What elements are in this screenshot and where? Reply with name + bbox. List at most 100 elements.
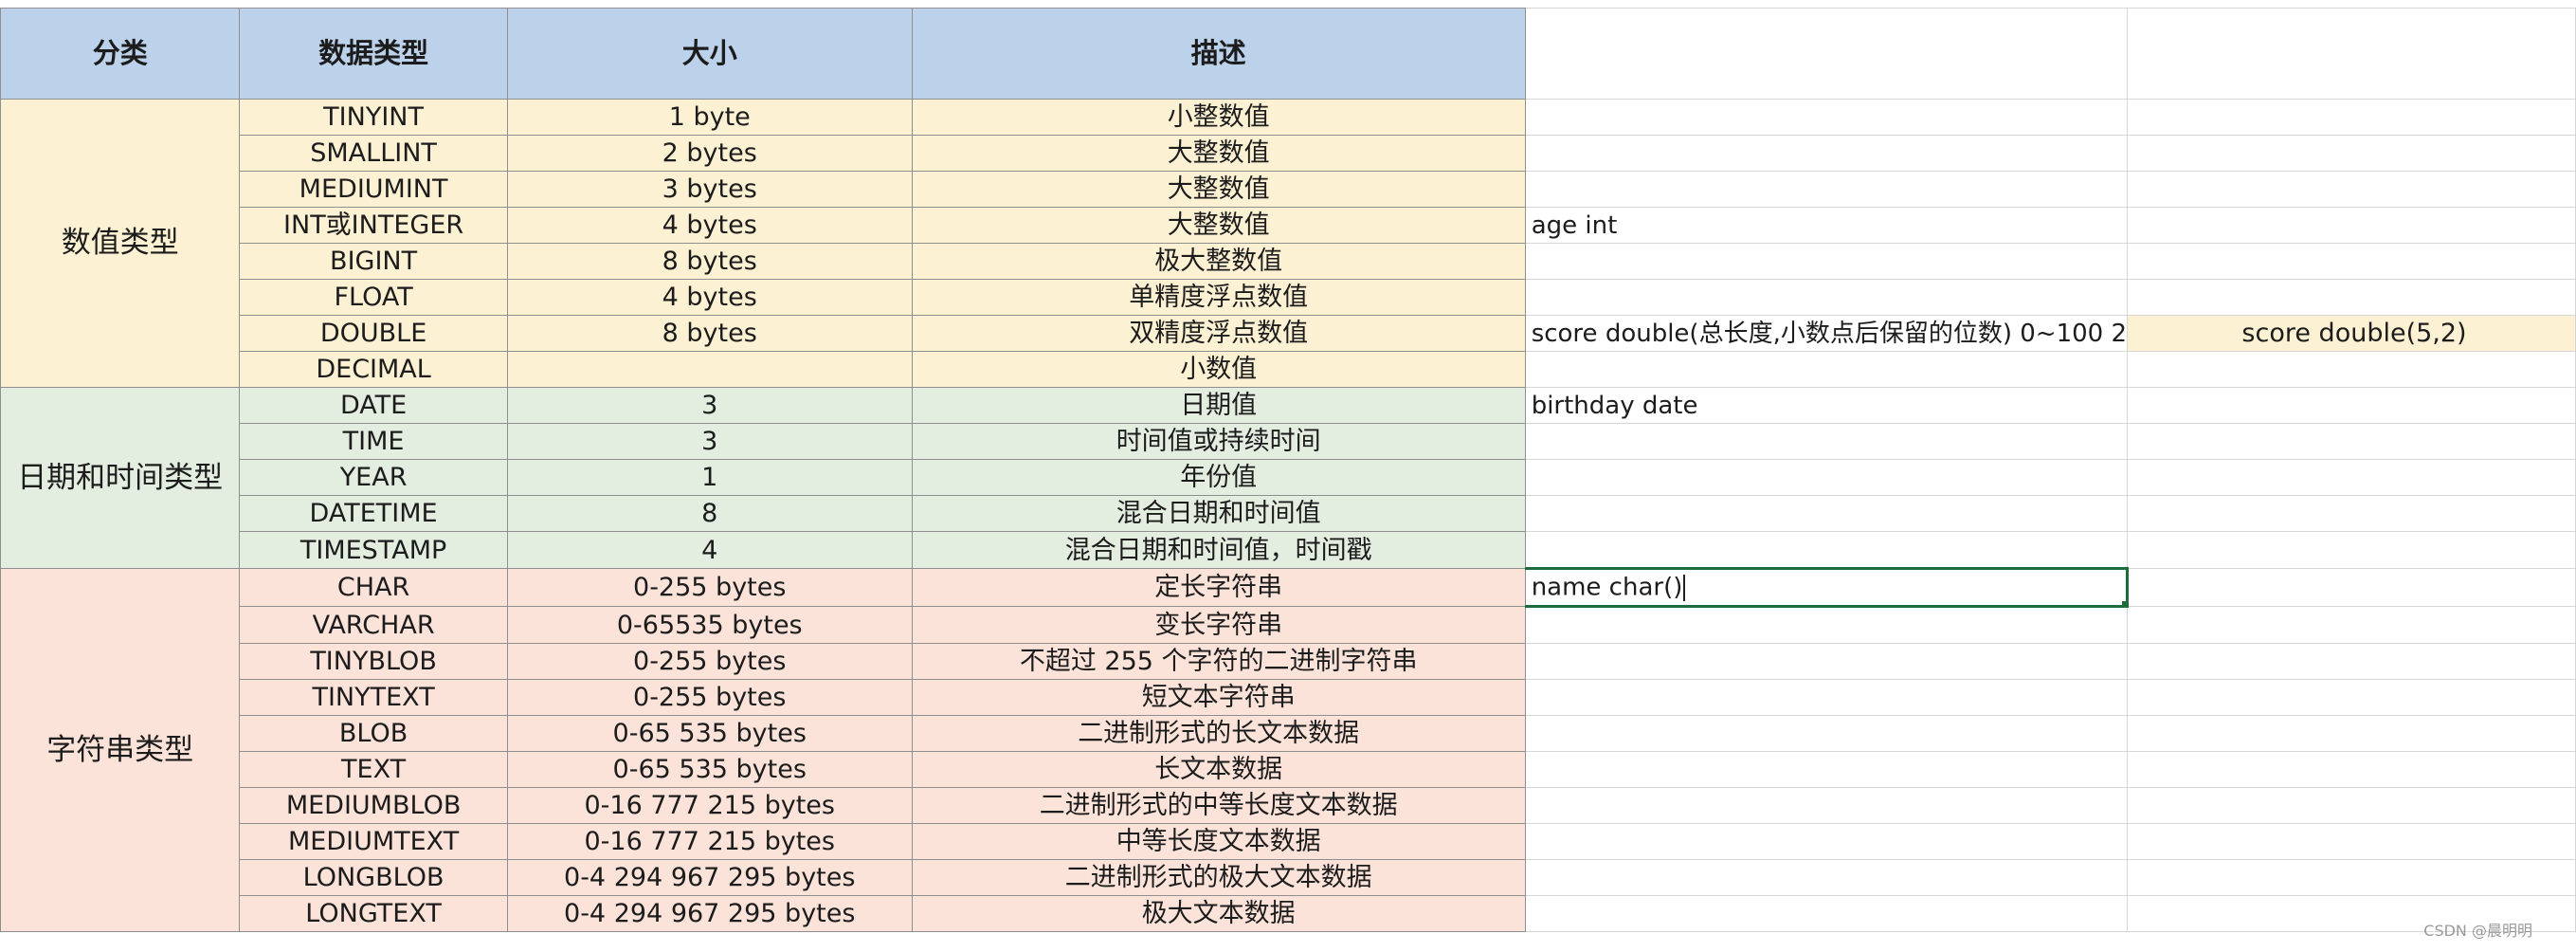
desc-cell[interactable]: 二进制形式的长文本数据	[911, 715, 1526, 752]
empty-cell[interactable]	[2127, 679, 2576, 716]
empty-cell[interactable]	[2127, 787, 2576, 824]
type-cell[interactable]: DOUBLE	[239, 315, 508, 352]
empty-cell[interactable]	[2127, 715, 2576, 752]
type-cell[interactable]: DATE	[239, 387, 508, 424]
header-data-type[interactable]: 数据类型	[239, 8, 508, 100]
size-cell[interactable]: 0-255 bytes	[506, 643, 913, 680]
type-cell[interactable]: DATETIME	[239, 495, 508, 532]
size-cell[interactable]: 0-255 bytes	[506, 568, 913, 607]
note-cell[interactable]: age int	[1524, 207, 2129, 244]
desc-cell[interactable]: 中等长度文本数据	[911, 823, 1526, 860]
size-cell[interactable]: 3 bytes	[506, 171, 913, 208]
size-cell[interactable]: 1 byte	[506, 99, 913, 136]
note-cell[interactable]	[1524, 643, 2129, 680]
note-cell[interactable]	[1524, 459, 2129, 496]
category-datetime[interactable]: 日期和时间类型	[0, 387, 241, 569]
note-cell[interactable]	[1524, 531, 2129, 569]
type-cell[interactable]: TINYINT	[239, 99, 508, 136]
desc-cell[interactable]: 二进制形式的中等长度文本数据	[911, 787, 1526, 824]
desc-cell[interactable]: 不超过 255 个字符的二进制字符串	[911, 643, 1526, 680]
desc-cell[interactable]: 大整数值	[911, 207, 1526, 244]
type-cell[interactable]: FLOAT	[239, 279, 508, 316]
type-cell[interactable]: BLOB	[239, 715, 508, 752]
type-cell[interactable]: LONGTEXT	[239, 895, 508, 932]
desc-cell[interactable]: 小整数值	[911, 99, 1526, 136]
note-cell[interactable]	[1524, 679, 2129, 716]
size-cell[interactable]: 8 bytes	[506, 243, 913, 280]
size-cell[interactable]: 0-65 535 bytes	[506, 715, 913, 752]
note-cell[interactable]	[1524, 351, 2129, 388]
empty-cell[interactable]	[2127, 243, 2576, 280]
desc-cell[interactable]: 日期值	[911, 387, 1526, 424]
type-cell[interactable]: YEAR	[239, 459, 508, 496]
header-category[interactable]: 分类	[0, 8, 241, 100]
empty-cell[interactable]	[2127, 8, 2576, 100]
empty-cell[interactable]	[2127, 459, 2576, 496]
empty-cell[interactable]	[2127, 387, 2576, 424]
note-cell[interactable]	[1524, 606, 2129, 644]
size-cell[interactable]: 4	[506, 531, 913, 569]
desc-cell[interactable]: 大整数值	[911, 171, 1526, 208]
empty-cell[interactable]	[2127, 606, 2576, 644]
note-cell[interactable]	[1524, 751, 2129, 788]
size-cell[interactable]: 4 bytes	[506, 279, 913, 316]
size-cell[interactable]	[506, 351, 913, 388]
empty-cell[interactable]	[2127, 568, 2576, 607]
desc-cell[interactable]: 变长字符串	[911, 606, 1526, 644]
empty-cell[interactable]	[2127, 99, 2576, 136]
type-cell[interactable]: TINYBLOB	[239, 643, 508, 680]
desc-cell[interactable]: 短文本字符串	[911, 679, 1526, 716]
empty-cell[interactable]	[2127, 279, 2576, 316]
size-cell[interactable]: 2 bytes	[506, 135, 913, 172]
size-cell[interactable]: 4 bytes	[506, 207, 913, 244]
type-cell[interactable]: SMALLINT	[239, 135, 508, 172]
note-cell[interactable]	[1524, 715, 2129, 752]
size-cell[interactable]: 1	[506, 459, 913, 496]
type-cell[interactable]: BIGINT	[239, 243, 508, 280]
desc-cell[interactable]: 时间值或持续时间	[911, 423, 1526, 460]
empty-cell[interactable]	[1524, 8, 2129, 100]
note-cell[interactable]	[1524, 859, 2129, 896]
note-cell[interactable]	[1524, 495, 2129, 532]
header-description[interactable]: 描述	[911, 8, 1526, 100]
desc-cell[interactable]: 大整数值	[911, 135, 1526, 172]
desc-cell[interactable]: 混合日期和时间值	[911, 495, 1526, 532]
category-string[interactable]: 字符串类型	[0, 568, 241, 932]
type-cell[interactable]: MEDIUMBLOB	[239, 787, 508, 824]
type-cell[interactable]: TIME	[239, 423, 508, 460]
note-cell[interactable]: score double(总长度,小数点后保留的位数) 0~100 2	[1524, 315, 2129, 352]
highlighted-note-cell[interactable]: score double(5,2)	[2127, 315, 2576, 352]
desc-cell[interactable]: 年份值	[911, 459, 1526, 496]
fill-handle[interactable]	[2122, 601, 2125, 604]
note-cell[interactable]: birthday date	[1524, 387, 2129, 424]
type-cell[interactable]: CHAR	[239, 568, 508, 607]
empty-cell[interactable]	[2127, 531, 2576, 569]
size-cell[interactable]: 0-4 294 967 295 bytes	[506, 895, 913, 932]
size-cell[interactable]: 0-16 777 215 bytes	[506, 787, 913, 824]
type-cell[interactable]: MEDIUMINT	[239, 171, 508, 208]
type-cell[interactable]: MEDIUMTEXT	[239, 823, 508, 860]
size-cell[interactable]: 8	[506, 495, 913, 532]
empty-cell[interactable]	[2127, 171, 2576, 208]
empty-cell[interactable]	[2127, 643, 2576, 680]
header-size[interactable]: 大小	[506, 8, 913, 100]
note-cell[interactable]	[1524, 787, 2129, 824]
active-cell-editor[interactable]: name char()	[1524, 567, 2130, 608]
size-cell[interactable]: 0-65535 bytes	[506, 606, 913, 644]
size-cell[interactable]: 0-255 bytes	[506, 679, 913, 716]
desc-cell[interactable]: 单精度浮点数值	[911, 279, 1526, 316]
desc-cell[interactable]: 极大整数值	[911, 243, 1526, 280]
type-cell[interactable]: TIMESTAMP	[239, 531, 508, 569]
size-cell[interactable]: 8 bytes	[506, 315, 913, 352]
note-cell[interactable]	[1524, 171, 2129, 208]
desc-cell[interactable]: 二进制形式的极大文本数据	[911, 859, 1526, 896]
desc-cell[interactable]: 长文本数据	[911, 751, 1526, 788]
type-cell[interactable]: TINYTEXT	[239, 679, 508, 716]
note-cell[interactable]	[1524, 243, 2129, 280]
type-cell[interactable]: DECIMAL	[239, 351, 508, 388]
note-cell[interactable]	[1524, 823, 2129, 860]
note-cell[interactable]	[1524, 423, 2129, 460]
type-cell[interactable]: LONGBLOB	[239, 859, 508, 896]
note-cell[interactable]	[1524, 135, 2129, 172]
empty-cell[interactable]	[2127, 859, 2576, 896]
